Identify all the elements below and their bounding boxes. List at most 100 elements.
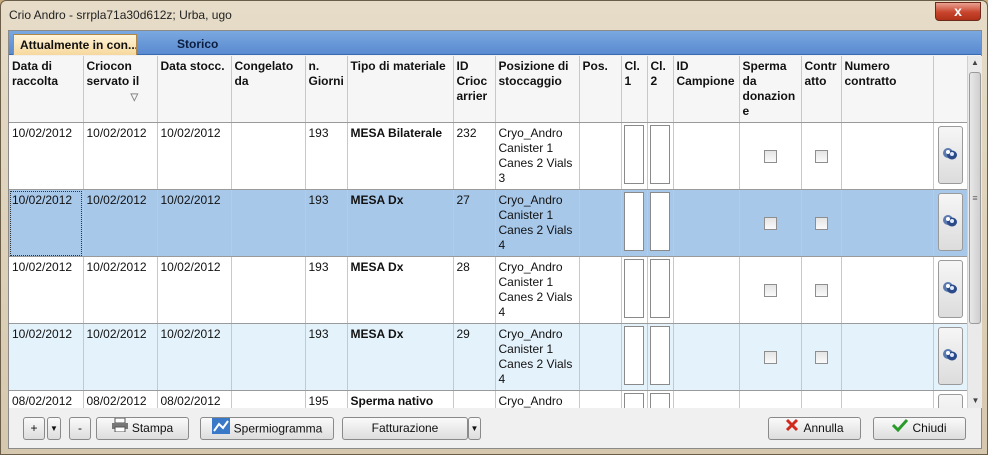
cell-congelato-da — [231, 189, 306, 257]
cl2-field[interactable] — [650, 125, 670, 184]
cell-sperma-donazione — [739, 189, 802, 257]
cell-posizione: Cryo_Andro Canister 1 Canes 2 Vials 4 — [495, 189, 580, 257]
table-row[interactable]: 10/02/2012 10/02/2012 10/02/2012 193 MES… — [9, 189, 967, 257]
contratto-checkbox[interactable] — [814, 217, 828, 230]
col-header-data-stocc[interactable]: Data stocc. — [157, 56, 232, 123]
table-row[interactable]: 10/02/2012 10/02/2012 10/02/2012 193 MES… — [9, 323, 967, 391]
contratto-checkbox[interactable] — [814, 284, 828, 297]
col-header-giorni[interactable]: n. Giorni — [305, 56, 348, 123]
sperma-donazione-checkbox[interactable] — [763, 150, 777, 163]
sort-desc-icon: ▽ — [130, 92, 139, 103]
cl2-field[interactable] — [650, 259, 670, 318]
cl2-field[interactable] — [650, 326, 670, 385]
close-button[interactable]: x — [935, 2, 981, 21]
spermiogramma-button[interactable]: Spermiogramma — [200, 417, 334, 440]
fatturazione-button[interactable]: Fatturazione — [342, 417, 468, 440]
cell-sperma-donazione — [739, 390, 802, 408]
cell-contratto — [801, 390, 842, 408]
people-icon — [943, 215, 957, 227]
cl1-field[interactable] — [624, 259, 644, 318]
cell-posizione: Cryo_Andro Canister 1 Canes 2 Vials 4 — [495, 323, 580, 391]
cell-giorni: 193 — [305, 323, 348, 391]
cl1-field[interactable] — [624, 393, 644, 408]
table-row[interactable]: 10/02/2012 10/02/2012 10/02/2012 193 MES… — [9, 122, 967, 190]
sample-details-button[interactable] — [937, 260, 963, 318]
col-header-pos[interactable]: Pos. — [579, 56, 622, 123]
col-header-id-campione[interactable]: ID Campione — [673, 56, 740, 123]
sample-details-button[interactable] — [937, 327, 963, 385]
people-icon — [943, 282, 957, 294]
title-bar[interactable]: Crio Andro - srrpla71a30d612z; Urba, ugo — [1, 1, 987, 29]
sample-details-button[interactable] — [937, 126, 963, 184]
cl1-field[interactable] — [624, 125, 644, 184]
cl1-field[interactable] — [624, 192, 644, 251]
col-header-contratto[interactable]: Contr atto — [801, 56, 842, 123]
cell-sperma-donazione — [739, 122, 802, 190]
sample-details-button[interactable] — [937, 193, 963, 251]
printer-icon — [111, 417, 128, 439]
cell-numero-contratto — [841, 122, 934, 190]
tab-storico[interactable]: Storico — [171, 34, 224, 55]
cell-pos — [579, 323, 622, 391]
cell-crioconservato: 08/02/2012 — [83, 390, 158, 408]
sample-details-button[interactable] — [937, 394, 963, 408]
vertical-scrollbar[interactable]: ▲ ≡ ▼ — [967, 56, 982, 408]
add-dropdown-icon[interactable]: ▼ — [47, 417, 61, 440]
contratto-checkbox[interactable] — [814, 351, 828, 364]
annulla-button[interactable]: Annulla — [768, 417, 861, 440]
cell-pos — [579, 122, 622, 190]
cl2-field[interactable] — [650, 192, 670, 251]
cl2-field[interactable] — [650, 393, 670, 408]
col-header-crioconservato[interactable]: Criocon servato il ▽ — [83, 56, 158, 123]
col-header-id-criocarrier[interactable]: ID Crioc arrier — [453, 56, 496, 123]
cell-action — [933, 390, 967, 408]
cell-data-stocc: 08/02/2012 — [157, 390, 232, 408]
cell-sperma-donazione — [739, 323, 802, 391]
cell-cl2 — [647, 390, 674, 408]
col-header-data-raccolta[interactable]: Data di raccolta — [9, 56, 84, 123]
scroll-down-icon[interactable]: ▼ — [968, 394, 983, 408]
cell-tipo-materiale: MESA Dx — [347, 323, 454, 391]
col-header-sperma-donazione[interactable]: Sperma da donazion e — [739, 56, 802, 123]
sperma-donazione-checkbox[interactable] — [763, 351, 777, 364]
col-header-tipo-materiale[interactable]: Tipo di materiale — [347, 56, 454, 123]
col-header-numero-contratto[interactable]: Numero contratto — [841, 56, 934, 123]
sperma-donazione-checkbox[interactable] — [763, 284, 777, 297]
col-header-posizione[interactable]: Posizione di stoccaggio — [495, 56, 580, 123]
people-icon — [943, 148, 957, 160]
col-header-cl2[interactable]: Cl. 2 — [647, 56, 674, 123]
cell-cl1 — [621, 122, 648, 190]
col-header-congelato-da[interactable]: Congelato da — [231, 56, 306, 123]
cell-id-campione — [673, 189, 740, 257]
people-icon — [943, 349, 957, 361]
cell-tipo-materiale: MESA Dx — [347, 189, 454, 257]
cell-contratto — [801, 122, 842, 190]
cell-cl1 — [621, 323, 648, 391]
contratto-checkbox[interactable] — [814, 150, 828, 163]
fatturazione-dropdown-icon[interactable]: ▼ — [468, 417, 481, 440]
cell-data-stocc: 10/02/2012 — [157, 189, 232, 257]
stampa-button[interactable]: Stampa — [96, 417, 189, 440]
scroll-up-icon[interactable]: ▲ — [968, 56, 982, 70]
cell-data-raccolta: 10/02/2012 — [9, 256, 84, 324]
cell-id-campione — [673, 323, 740, 391]
bottom-toolbar: + ▼ - Stampa Spermiogramma Fatturazione … — [9, 409, 981, 449]
cell-data-raccolta: 10/02/2012 — [9, 189, 84, 257]
col-header-cl1[interactable]: Cl. 1 — [621, 56, 648, 123]
chiudi-button[interactable]: Chiudi — [873, 417, 966, 440]
scroll-thumb[interactable]: ≡ — [969, 72, 981, 324]
cell-numero-contratto — [841, 390, 934, 408]
cell-cl2 — [647, 323, 674, 391]
remove-button[interactable]: - — [69, 417, 91, 440]
cell-cl1 — [621, 256, 648, 324]
add-button[interactable]: + — [23, 417, 45, 440]
tab-attualmente[interactable]: Attualmente in con... — [13, 34, 137, 55]
cell-tipo-materiale: MESA Dx — [347, 256, 454, 324]
table-row[interactable]: 08/02/2012 08/02/2012 08/02/2012 195 Spe… — [9, 390, 967, 408]
sperma-donazione-checkbox[interactable] — [763, 217, 777, 230]
cl1-field[interactable] — [624, 326, 644, 385]
cell-data-stocc: 10/02/2012 — [157, 323, 232, 391]
cell-id-criocarrier: 28 — [453, 256, 496, 324]
cell-crioconservato: 10/02/2012 — [83, 122, 158, 190]
table-row[interactable]: 10/02/2012 10/02/2012 10/02/2012 193 MES… — [9, 256, 967, 324]
